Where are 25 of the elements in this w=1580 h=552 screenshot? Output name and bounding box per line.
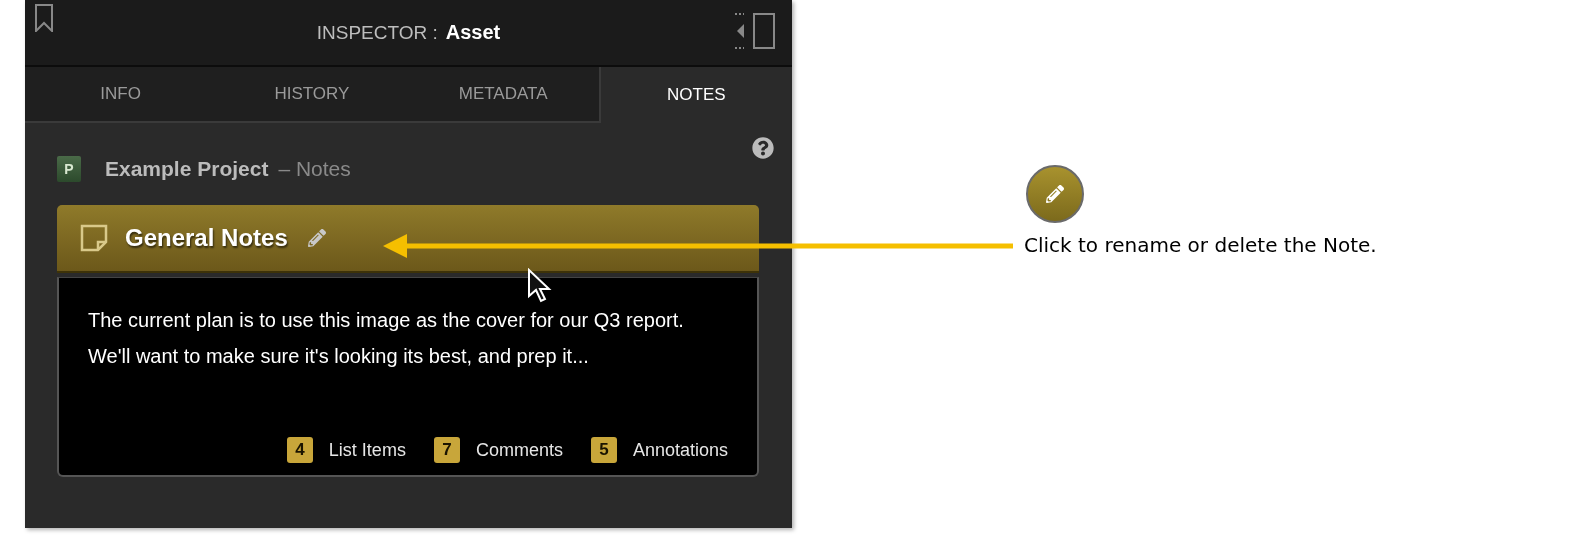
tab[interactable]: METADATA xyxy=(407,67,599,123)
tab[interactable]: HISTORY xyxy=(216,67,408,123)
note-title: General Notes xyxy=(125,224,288,252)
count-badge: 5 xyxy=(590,437,617,463)
project-suffix: – Notes xyxy=(278,157,351,181)
count-label: Comments xyxy=(475,439,563,461)
tab[interactable]: INFO xyxy=(25,67,217,123)
pencil-icon[interactable] xyxy=(307,229,326,247)
count-badge: 4 xyxy=(286,437,313,463)
inspector-label: INSPECTOR : xyxy=(316,21,438,44)
count-label: List Items xyxy=(328,439,406,461)
panel-toggle-icon[interactable] xyxy=(734,12,776,50)
tab[interactable]: NOTES xyxy=(598,67,792,123)
pencil-icon xyxy=(1026,165,1084,223)
help-icon[interactable] xyxy=(752,137,774,159)
callout-text: Click to rename or delete the Note. xyxy=(1024,233,1377,257)
project-icon: P xyxy=(57,156,81,182)
note-text: The current plan is to use this image as the cover for our Q3 report. We'll want to make sure it's looking its best, and prep it... xyxy=(88,308,685,369)
cursor-icon xyxy=(527,268,553,304)
count-label: Annotations xyxy=(632,439,728,461)
inspector-title: Asset xyxy=(445,21,501,44)
sticky-note-icon xyxy=(79,223,109,253)
count-badge: 7 xyxy=(433,437,460,463)
bookmark-icon[interactable] xyxy=(35,4,53,32)
project-name: Example Project xyxy=(105,157,269,181)
